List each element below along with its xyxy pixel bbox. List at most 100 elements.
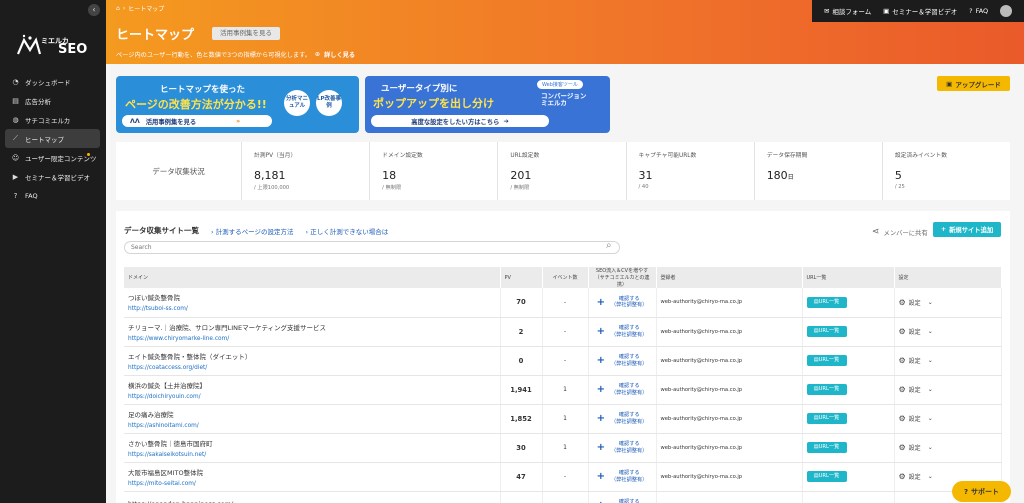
confirm-text: 確認する（弊社調整有） — [611, 412, 647, 425]
upgrade-button[interactable]: ▣ アップグレード — [937, 76, 1010, 91]
url-list-button[interactable]: ▤URL一覧 — [806, 413, 847, 424]
sidebar-item-ad-analysis[interactable]: ▤ 広告分析 — [5, 91, 100, 110]
confirm-line1: 確認する — [618, 441, 640, 447]
column-urls: URL一覧 — [802, 267, 895, 288]
pv-cell: 70 — [500, 288, 543, 318]
confirm-link[interactable]: + 確認する（弊社調整有） — [593, 296, 652, 309]
stat-label: URL設定数 — [510, 153, 540, 159]
sidebar-item-seminar[interactable]: ▶ セミナー＆学習ビデオ — [5, 167, 100, 186]
settings-dropdown[interactable]: ⚙ 設定 ⌄ — [899, 472, 998, 481]
banner2-logo: コンバージョン ミエルカ — [541, 92, 586, 107]
column-pv[interactable]: PV — [500, 267, 543, 288]
table-row: https://onandon-happiness.com/ +確認する（弊社調整… — [124, 491, 1002, 503]
site-name[interactable]: 足の痛み治療院 — [128, 409, 496, 419]
url-list-button[interactable]: ▤URL一覧 — [806, 384, 847, 395]
url-list-button[interactable]: ▤URL一覧 — [806, 326, 847, 337]
plus-icon: + — [596, 326, 606, 337]
table-row: さかい整骨院｜徳島市国府町 https://sakaiseikotsuin.net… — [124, 433, 1002, 463]
settings-label: 設定 — [908, 474, 921, 481]
sidebar-item-dashboard[interactable]: ◔ ダッシュボード — [5, 72, 100, 91]
mieruka-logo-icon: ᐱᐱ — [130, 117, 140, 125]
confirm-link[interactable]: +確認する（弊社調整有） — [593, 412, 652, 425]
settings-dropdown[interactable]: ⚙ 設定 ⌄ — [899, 298, 998, 307]
sidebar-item-faq[interactable]: ? FAQ — [5, 186, 100, 205]
faq-link[interactable]: ? FAQ — [969, 7, 988, 15]
gear-icon: ⚙ — [898, 472, 906, 481]
confirm-text: 確認する（弊社調整有） — [611, 470, 647, 483]
sidebar-item-user-content[interactable]: ☺ ユーザー限定コンテンツ — [5, 148, 100, 167]
site-name[interactable]: エイト鍼灸整骨院・整体院（ダイエット） — [128, 351, 496, 361]
site-name[interactable]: 大阪市福島区MITO整体院 — [128, 467, 496, 477]
url-list-cell — [802, 491, 895, 503]
home-icon[interactable]: ⌂ — [116, 5, 120, 12]
site-name[interactable]: チリョーマ.｜治療院、サロン専門LINEマーケティング支援サービス — [128, 322, 496, 332]
collapse-sidebar-icon[interactable]: ‹ — [88, 4, 100, 16]
site-url[interactable]: https://ashinoitami.com/ — [128, 423, 496, 429]
url-list-button[interactable]: ▤URL一覧 — [806, 471, 847, 482]
contact-form-link[interactable]: ✉ 相談フォーム — [824, 6, 871, 16]
setup-guide-link[interactable]: › 計測するページの設定方法 — [211, 226, 294, 236]
site-url[interactable]: https://doichiryouin.com/ — [128, 394, 496, 400]
case-study-button[interactable]: 活用事例集を見る — [212, 27, 280, 40]
url-list-button[interactable]: ▤URL一覧 — [806, 296, 847, 308]
add-site-button[interactable]: + 新規サイト追加 — [933, 222, 1001, 237]
registrant-cell — [656, 491, 803, 503]
site-table: ドメイン PV イベント数 SEO流入＆CVを増やす（サチコミエルカとの連携） … — [124, 267, 1002, 503]
site-url[interactable]: http://tsuboi-ss.com/ — [128, 306, 496, 312]
settings-dropdown[interactable]: ⚙ 設定 ⌄ — [899, 443, 998, 452]
confirm-link[interactable]: +確認する（弊社調整有） — [593, 441, 652, 454]
stat-capture-urls: キャプチャ可能URL数 31 / 40 — [625, 142, 754, 200]
confirm-link[interactable]: +確認する（弊社調整有） — [593, 470, 652, 483]
popup-banner[interactable]: ユーザータイプ別に ポップアップを出し分け Web接客ツール コンバージョン ミ… — [365, 76, 610, 133]
sidebar-item-heatmap[interactable]: ⟋ ヒートマップ — [5, 129, 100, 148]
stat-domains: ドメイン設定数 18 / 無制限 — [369, 142, 497, 200]
site-url[interactable]: https://mito-seitai.com/ — [128, 481, 496, 487]
confirm-line2: （弊社調整有） — [611, 302, 648, 309]
stat-label: キャプチャ可能URL数 — [638, 153, 697, 159]
settings-dropdown[interactable]: ⚙ 設定 ⌄ — [899, 385, 998, 394]
confirm-text: 確認する（弊社調整有） — [611, 296, 647, 309]
panel-title: データ収集サイト一覧 — [124, 226, 199, 235]
events-cell: - — [542, 462, 589, 492]
site-url[interactable]: https://sakaiseikotsuin.net/ — [128, 452, 496, 458]
settings-dropdown[interactable]: ⚙ 設定 ⌄ — [899, 356, 998, 365]
table-row: 横浜の鍼灸【土井治療院】 https://doichiryouin.com/1,9… — [124, 375, 1002, 405]
heatmap-guide-banner[interactable]: ヒートマップを使った ページの改善方法が分かる!! 分析マニュアル LP改善事例… — [116, 76, 359, 133]
settings-dropdown[interactable]: ⚙ 設定 ⌄ — [899, 327, 998, 336]
settings-dropdown[interactable]: ⚙ 設定 ⌄ — [899, 414, 998, 423]
troubleshoot-link[interactable]: › 正しく計測できない場合は — [306, 226, 389, 236]
search-input[interactable] — [124, 241, 620, 254]
column-events[interactable]: イベント数 — [542, 267, 589, 288]
confirm-link[interactable]: +確認する（弊社調整有） — [593, 499, 652, 503]
breadcrumb: ⌂ › ヒートマップ — [116, 4, 164, 13]
chevron-down-icon: ⌄ — [927, 386, 933, 393]
seminar-link[interactable]: ▣ セミナー＆学習ビデオ — [883, 6, 957, 16]
column-domain[interactable]: ドメイン — [124, 267, 501, 288]
events-cell: 1 — [542, 433, 589, 463]
avatar[interactable] — [1000, 5, 1013, 17]
info-icon: ⊕ — [314, 51, 321, 58]
site-name[interactable]: 横浜の鍼灸【土井治療院】 — [128, 380, 496, 390]
site-name[interactable]: さかい整骨院｜徳島市国府町 — [128, 438, 496, 448]
pv-cell: 2 — [500, 317, 543, 347]
site-url[interactable]: https://www.chiryomarke-line.com/ — [128, 336, 496, 342]
registrant-cell: web-authority@chiryo-ma.co.jp — [656, 375, 803, 405]
sidebar-item-sachiko-mieruka[interactable]: ◍ サチコミエルカ — [5, 110, 100, 129]
url-list-button[interactable]: ▤URL一覧 — [806, 355, 847, 366]
url-list-button[interactable]: ▤URL一覧 — [806, 442, 847, 453]
detail-link[interactable]: 詳しく見る — [324, 50, 355, 59]
confirm-link[interactable]: +確認する（弊社調整有） — [593, 383, 652, 396]
site-name[interactable]: https://onandon-happiness.com/ — [128, 500, 496, 503]
confirm-link[interactable]: +確認する（弊社調整有） — [593, 325, 652, 338]
share-with-members[interactable]: ⋖ メンバーに共有 — [872, 227, 928, 237]
plus-icon: + — [596, 296, 606, 308]
site-name[interactable]: つぼい鍼灸整骨院 — [128, 292, 496, 302]
support-button[interactable]: ? サポート — [952, 481, 1011, 502]
site-url[interactable]: https://coataccess.org/diet/ — [128, 365, 496, 371]
seminar-label: セミナー＆学習ビデオ — [892, 8, 958, 16]
domain-cell: 足の痛み治療院 https://ashinoitami.com/ — [124, 404, 501, 434]
search-icon[interactable]: ⌕ — [606, 240, 612, 251]
column-registrant[interactable]: 登録者 — [656, 267, 803, 288]
confirm-link[interactable]: +確認する（弊社調整有） — [593, 354, 652, 367]
ad-analysis-icon: ▤ — [12, 96, 19, 105]
